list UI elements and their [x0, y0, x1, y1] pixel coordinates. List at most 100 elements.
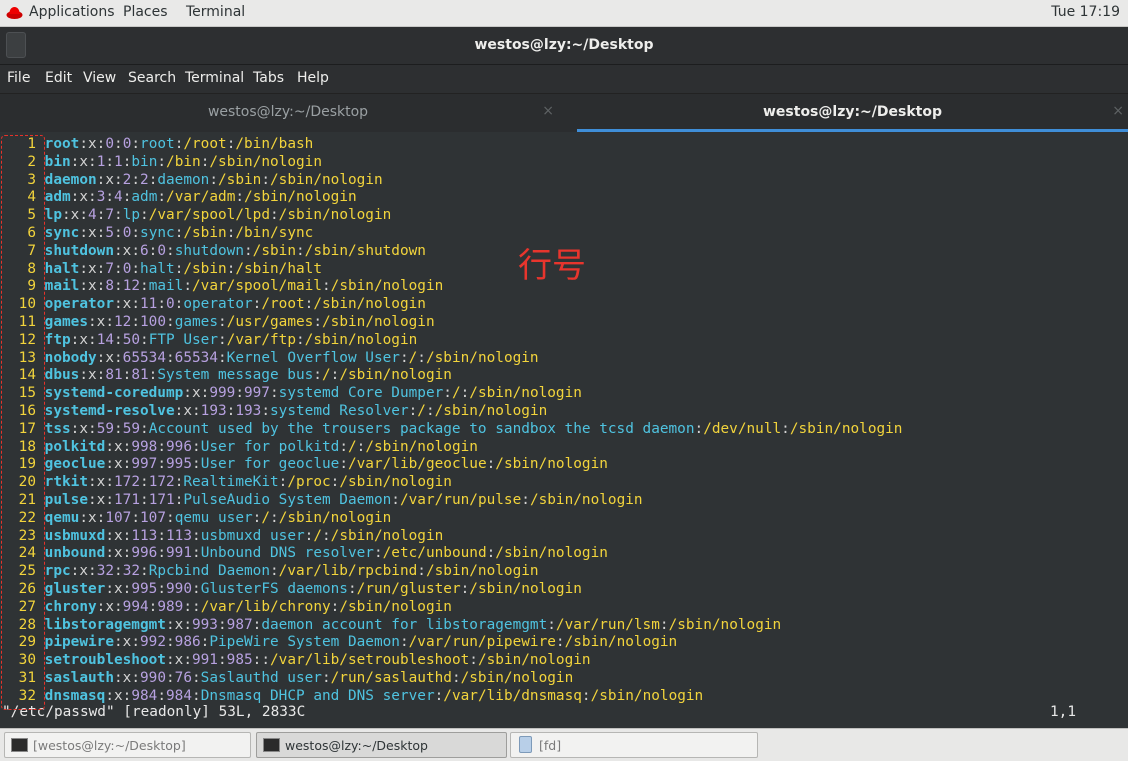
vim-line[interactable]: 4 adm:x:3:4:adm:/var/adm:/sbin/nologin — [2, 188, 356, 206]
vim-line[interactable]: 26 gluster:x:995:990:GlusterFS daemons:/… — [2, 580, 582, 598]
terminal-app-menu[interactable]: Terminal — [186, 4, 245, 20]
taskbar-item-3[interactable]: [fd] — [510, 732, 758, 758]
passwd-home: /var/run/lsm — [555, 616, 660, 633]
vim-line[interactable]: 27 chrony:x:994:989::/var/lib/chrony:/sb… — [2, 598, 452, 616]
passwd-home: /var/lib/rpcbind — [278, 563, 418, 580]
vim-line[interactable]: 10 operator:x:11:0:operator:/root:/sbin/… — [2, 295, 426, 313]
vim-line[interactable]: 23 usbmuxd:x:113:113:usbmuxd user:/:/sbi… — [2, 527, 444, 545]
field-separator: : — [339, 438, 348, 455]
vim-line[interactable]: 8 halt:x:7:0:halt:/sbin:/sbin/halt — [2, 260, 322, 278]
vim-line[interactable]: 7 shutdown:x:6:0:shutdown:/sbin:/sbin/sh… — [2, 242, 426, 260]
vim-line[interactable]: 13 nobody:x:65534:65534:Kernel Overflow … — [2, 349, 539, 367]
field-separator: : — [486, 545, 496, 562]
vim-line[interactable]: 5 lp:x:4:7:lp:/var/spool/lpd:/sbin/nolog… — [2, 206, 391, 224]
field-separator: : — [114, 420, 123, 437]
vim-line[interactable]: 2 bin:x:1:1:bin:/bin:/sbin/nologin — [2, 153, 322, 171]
menu-file[interactable]: File — [7, 70, 30, 86]
passwd-gid: 987 — [226, 616, 253, 633]
window-titlebar[interactable]: westos@lzy:~/Desktop — [0, 27, 1128, 65]
password-placeholder: x — [105, 349, 114, 366]
places-menu[interactable]: Places — [123, 4, 168, 20]
passwd-username: tss — [44, 420, 71, 437]
field-separator: : — [88, 189, 97, 206]
tab-1-close-icon[interactable]: × — [542, 103, 554, 119]
field-separator: : — [183, 616, 192, 633]
passwd-username: mail — [44, 278, 80, 295]
passwd-uid: 990 — [140, 670, 166, 686]
menu-search[interactable]: Search — [128, 70, 176, 86]
passwd-shell: /sbin/nologin — [365, 438, 478, 455]
vim-line[interactable]: 21 pulse:x:171:171:PulseAudio System Dae… — [2, 491, 643, 509]
menu-view[interactable]: View — [83, 70, 116, 86]
password-placeholder: x — [114, 581, 123, 597]
vim-line[interactable]: 6 sync:x:5:0:sync:/sbin:/bin/sync — [2, 224, 313, 242]
passwd-gecos: GlusterFS daemons — [200, 581, 348, 597]
vim-line[interactable]: 20 rtkit:x:172:172:RealtimeKit:/proc:/sb… — [2, 473, 452, 491]
passwd-uid: 992 — [140, 634, 166, 651]
menu-tabs[interactable]: Tabs — [253, 70, 284, 86]
field-separator: : — [140, 474, 149, 491]
vim-line[interactable]: 18 polkitd:x:998:996:User for polkitd:/:… — [2, 438, 478, 456]
field-separator: : — [192, 687, 201, 704]
passwd-home: /root — [183, 136, 227, 152]
field-separator: : — [105, 456, 114, 473]
applications-menu[interactable]: Applications — [29, 4, 115, 20]
passwd-gid: 12 — [122, 278, 141, 295]
vim-line[interactable]: 22 qemu:x:107:107:qemu user:/:/sbin/nolo… — [2, 509, 392, 527]
vim-line[interactable]: 15 systemd-coredump:x:999:997:systemd Co… — [2, 384, 582, 402]
vim-line[interactable]: 32 dnsmasq:x:984:984:Dnsmasq DHCP and DN… — [2, 687, 704, 705]
menu-help[interactable]: Help — [297, 70, 329, 86]
menu-edit[interactable]: Edit — [45, 70, 72, 86]
gnome-top-bar: Applications Places Terminal Tue 17:19 — [0, 0, 1128, 27]
passwd-gid: 2 — [140, 171, 149, 188]
passwd-gecos: PipeWire System Daemon — [209, 634, 400, 651]
tab-2-close-icon[interactable]: × — [1112, 103, 1124, 119]
field-separator: : — [79, 509, 88, 526]
field-separator: : — [114, 278, 123, 295]
clock[interactable]: Tue 17:19 — [1051, 4, 1120, 20]
password-placeholder: x — [79, 153, 89, 170]
field-separator: : — [451, 670, 461, 686]
tab-2[interactable]: westos@lzy:~/Desktop × — [577, 94, 1128, 133]
field-separator: : — [114, 563, 123, 580]
vim-line[interactable]: 30 setroubleshoot:x:991:985::/var/lib/se… — [2, 651, 591, 669]
field-separator: : — [79, 136, 88, 152]
field-separator: : — [313, 314, 322, 330]
passwd-uid: 32 — [96, 563, 115, 580]
vim-line[interactable]: 19 geoclue:x:997:995:User for geoclue:/v… — [2, 455, 608, 473]
vim-line[interactable]: 17 tss:x:59:59:Account used by the trous… — [2, 420, 903, 438]
field-separator: : — [217, 652, 227, 669]
vim-line[interactable]: 11 games:x:12:100:games:/usr/games:/sbin… — [2, 313, 435, 331]
vim-line[interactable]: 3 daemon:x:2:2:daemon:/sbin:/sbin/nologi… — [2, 171, 382, 189]
vim-line[interactable]: 25 rpc:x:32:32:Rpcbind Daemon:/var/lib/r… — [2, 562, 539, 580]
vim-line[interactable]: 28 libstoragemgmt:x:993:987:daemon accou… — [2, 616, 782, 634]
passwd-uid: 14 — [96, 331, 115, 348]
vim-line[interactable]: 14 dbus:x:81:81:System message bus:/:/sb… — [2, 366, 452, 384]
vim-line[interactable]: 16 systemd-resolve:x:193:193:systemd Res… — [2, 402, 548, 420]
vim-line[interactable]: 31 saslauth:x:990:76:Saslauthd user:/run… — [2, 669, 574, 687]
passwd-gid: 193 — [235, 403, 262, 419]
window-title: westos@lzy:~/Desktop — [474, 37, 654, 53]
passwd-username: ftp — [44, 331, 71, 348]
tab-1[interactable]: westos@lzy:~/Desktop × — [0, 94, 576, 133]
password-placeholder: x — [79, 189, 89, 206]
terminal-view[interactable]: 1 root:x:0:0:root:/root:/bin/bash 2 bin:x… — [0, 132, 1128, 728]
field-separator: : — [157, 456, 167, 473]
vim-line[interactable]: 9 mail:x:8:12:mail:/var/spool/mail:/sbin… — [2, 277, 443, 295]
vim-line[interactable]: 12 ftp:x:14:50:FTP User:/var/ftp:/sbin/n… — [2, 331, 418, 349]
field-separator: : — [79, 225, 88, 241]
vim-line[interactable]: 29 pipewire:x:992:986:PipeWire System Da… — [2, 633, 678, 651]
passwd-gid: 997 — [243, 385, 270, 402]
field-separator: : — [131, 634, 140, 651]
passwd-gecos: games — [174, 314, 219, 330]
passwd-username: systemd-coredump — [44, 385, 184, 402]
taskbar-item-2[interactable]: westos@lzy:~/Desktop — [256, 732, 507, 758]
vim-line[interactable]: 24 unbound:x:996:991:Unbound DNS resolve… — [2, 544, 608, 562]
passwd-gid: 991 — [166, 545, 193, 562]
passwd-gecos: Saslauthd user — [200, 670, 322, 686]
field-separator: : — [131, 136, 141, 152]
passwd-username: gluster — [44, 581, 106, 597]
vim-line[interactable]: 1 root:x:0:0:root:/root:/bin/bash — [2, 135, 313, 153]
taskbar-item-1[interactable]: [westos@lzy:~/Desktop] — [4, 732, 251, 758]
menu-terminal[interactable]: Terminal — [185, 70, 244, 86]
